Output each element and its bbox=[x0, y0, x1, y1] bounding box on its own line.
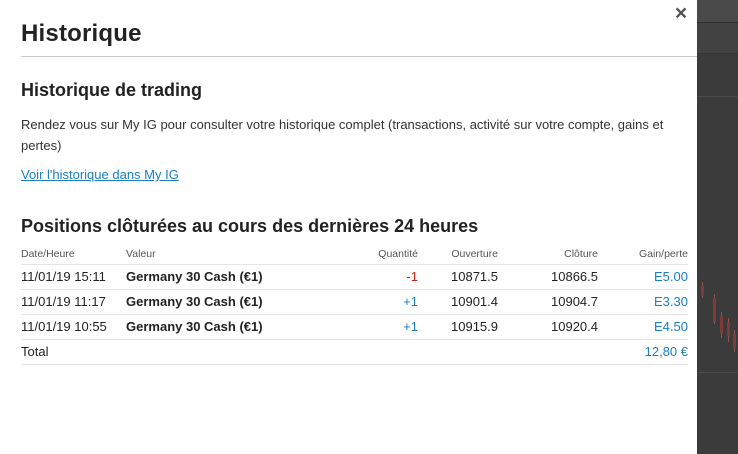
candle bbox=[713, 298, 716, 322]
cell-close: 10866.5 bbox=[551, 269, 598, 284]
background-gridline bbox=[697, 96, 738, 97]
cell-value: Germany 30 Cash (€1) bbox=[126, 269, 263, 284]
view-history-link[interactable]: Voir l'historique dans My IG bbox=[21, 167, 179, 182]
table-total-row: Total 12,80 € bbox=[21, 340, 688, 365]
history-modal: × Historique Historique de trading Rende… bbox=[0, 0, 697, 454]
cell-date: 11/01/19 11:17 bbox=[21, 294, 106, 309]
cell-date: 11/01/19 10:55 bbox=[21, 319, 107, 334]
cell-gain: E5.00 bbox=[654, 269, 688, 284]
candle bbox=[720, 316, 723, 334]
background-toolbar bbox=[697, 0, 738, 23]
cell-open: 10871.5 bbox=[451, 269, 498, 284]
cell-quantity: -1 bbox=[406, 269, 418, 284]
candle bbox=[701, 285, 704, 295]
trading-history-heading: Historique de trading bbox=[21, 80, 203, 100]
cell-date: 11/01/19 15:11 bbox=[21, 269, 106, 284]
total-label: Total bbox=[21, 344, 49, 359]
cell-quantity: +1 bbox=[403, 319, 418, 334]
column-header-quantity: Quantité bbox=[378, 248, 418, 260]
cell-close: 10920.4 bbox=[551, 319, 598, 334]
cell-value: Germany 30 Cash (€1) bbox=[126, 294, 263, 309]
closed-positions-table: Date/Heure Valeur Quantité Ouverture Clô… bbox=[21, 242, 688, 365]
table-row: 11/01/19 10:55 Germany 30 Cash (€1) +1 1… bbox=[21, 315, 688, 340]
cell-gain: E4.50 bbox=[654, 319, 688, 334]
cell-gain: E3.30 bbox=[654, 294, 688, 309]
table-row: 11/01/19 11:17 Germany 30 Cash (€1) +1 1… bbox=[21, 290, 688, 315]
background-chart bbox=[697, 0, 738, 454]
close-icon[interactable]: × bbox=[670, 3, 692, 25]
total-value: 12,80 € bbox=[644, 344, 688, 359]
candle bbox=[733, 334, 736, 348]
cell-open: 10901.4 bbox=[451, 294, 498, 309]
candle bbox=[727, 322, 730, 336]
column-header-value: Valeur bbox=[126, 248, 156, 260]
column-header-close: Clôture bbox=[564, 248, 598, 260]
closed-positions-heading: Positions clôturées au cours des dernièr… bbox=[21, 216, 479, 236]
background-gridline bbox=[697, 372, 738, 373]
cell-value: Germany 30 Cash (€1) bbox=[126, 319, 263, 334]
background-subtoolbar bbox=[697, 23, 738, 54]
cell-open: 10915.9 bbox=[451, 319, 498, 334]
cell-quantity: +1 bbox=[403, 294, 418, 309]
cell-close: 10904.7 bbox=[551, 294, 598, 309]
trading-history-description: Rendez vous sur My IG pour consulter vot… bbox=[21, 117, 664, 153]
column-header-date: Date/Heure bbox=[21, 248, 75, 260]
modal-title: Historique bbox=[21, 20, 142, 47]
column-header-open: Ouverture bbox=[451, 248, 498, 260]
table-header-row: Date/Heure Valeur Quantité Ouverture Clô… bbox=[21, 242, 688, 265]
column-header-gain: Gain/perte bbox=[638, 248, 688, 260]
title-divider bbox=[21, 56, 697, 57]
table-row: 11/01/19 15:11 Germany 30 Cash (€1) -1 1… bbox=[21, 265, 688, 290]
